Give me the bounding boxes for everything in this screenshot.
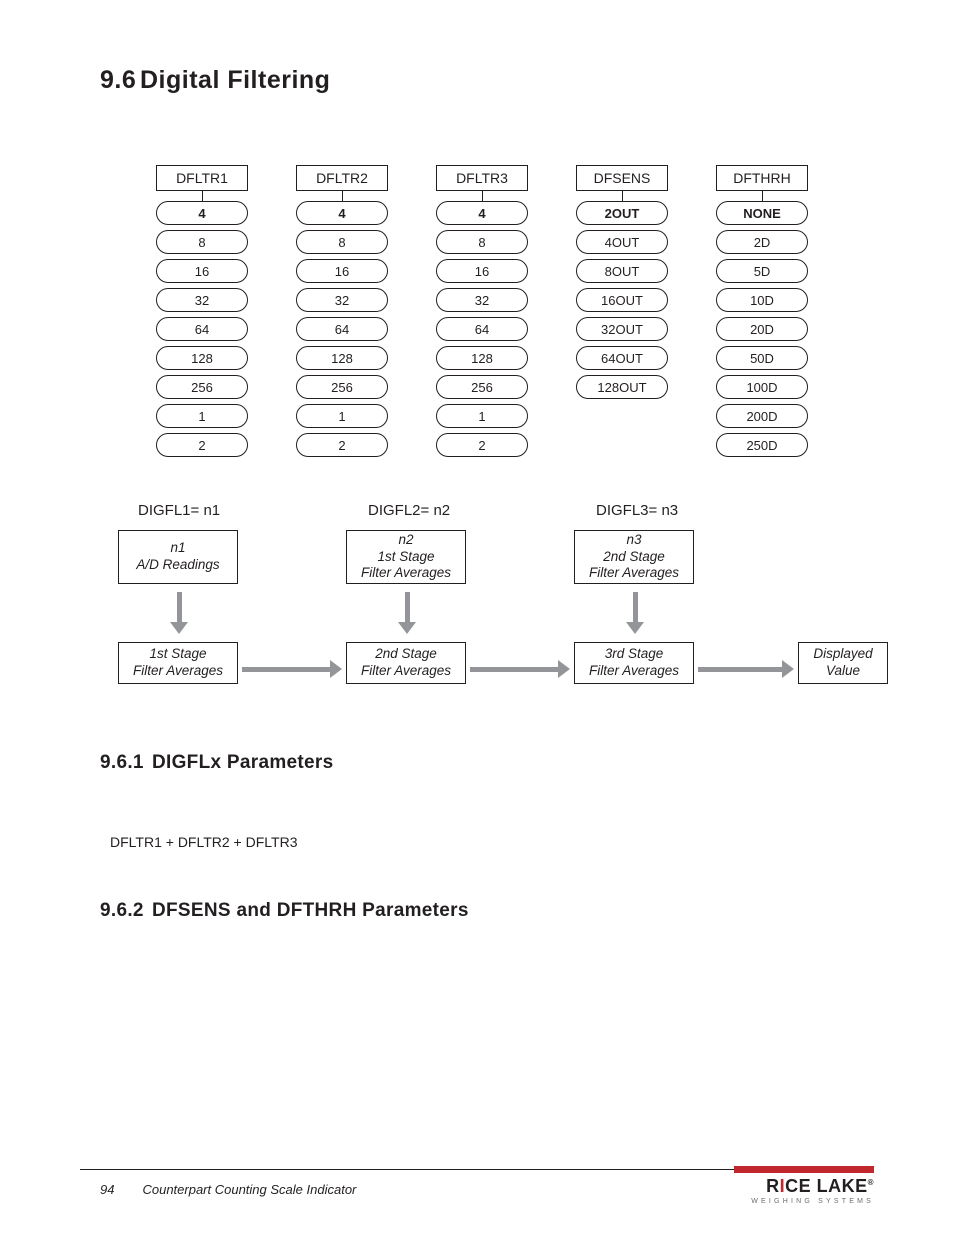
filter-option: 50D bbox=[716, 346, 808, 370]
filter-option: 1 bbox=[156, 404, 248, 428]
filter-option: 32 bbox=[296, 288, 388, 312]
filter-option: 16OUT bbox=[576, 288, 668, 312]
flow-box-display: DisplayedValue bbox=[798, 642, 888, 684]
flow-box-n1: n1A/D Readings bbox=[118, 530, 238, 584]
filter-option: 64 bbox=[156, 317, 248, 341]
subsection-number: 9.6.2 bbox=[100, 900, 152, 922]
filter-option: 2D bbox=[716, 230, 808, 254]
filter-option: 128 bbox=[156, 346, 248, 370]
subsection-title-text: DFSENS and DFTHRH Parameters bbox=[152, 900, 469, 921]
filter-column: DFLTR3 4 8 16 32 64 128 256 1 2 bbox=[436, 165, 528, 462]
flow-box-stage3: 3rd StageFilter Averages bbox=[574, 642, 694, 684]
filter-option: 256 bbox=[156, 375, 248, 399]
section-number: 9.6 bbox=[100, 66, 140, 95]
subsection-title-text: DIGFLx Parameters bbox=[152, 752, 333, 773]
flow-box-n3: n32nd StageFilter Averages bbox=[574, 530, 694, 584]
filter-option: 256 bbox=[436, 375, 528, 399]
connector-line bbox=[622, 191, 623, 201]
filter-option: 2 bbox=[296, 433, 388, 457]
arrow-down-icon bbox=[170, 592, 188, 634]
footer-text: 94 Counterpart Counting Scale Indicator bbox=[100, 1182, 356, 1197]
logo-tagline: WEIGHING SYSTEMS bbox=[734, 1198, 874, 1205]
connector-line bbox=[342, 191, 343, 201]
filter-option: 2 bbox=[156, 433, 248, 457]
filter-column-header: DFLTR3 bbox=[436, 165, 528, 191]
filter-option: 128 bbox=[436, 346, 528, 370]
filter-option: 128 bbox=[296, 346, 388, 370]
document-title: Counterpart Counting Scale Indicator bbox=[142, 1182, 356, 1197]
section-title-text: Digital Filtering bbox=[140, 66, 330, 94]
brand-logo: RICE LAKE® WEIGHING SYSTEMS bbox=[734, 1166, 874, 1205]
filter-option: 2 bbox=[436, 433, 528, 457]
filter-option: 16 bbox=[156, 259, 248, 283]
filter-column: DFSENS 2OUT 4OUT 8OUT 16OUT 32OUT 64OUT 128OUT bbox=[576, 165, 668, 462]
filter-option: 256 bbox=[296, 375, 388, 399]
filter-column: DFLTR1 4 8 16 32 64 128 256 1 2 bbox=[156, 165, 248, 462]
filter-option: 4 bbox=[296, 201, 388, 225]
filter-option: 10D bbox=[716, 288, 808, 312]
logo-bar bbox=[734, 1166, 874, 1173]
filter-option: 2OUT bbox=[576, 201, 668, 225]
filter-option: NONE bbox=[716, 201, 808, 225]
arrow-down-icon bbox=[398, 592, 416, 634]
flow-label-3: DIGFL3= n3 bbox=[596, 502, 678, 519]
section-heading: 9.6Digital Filtering bbox=[100, 66, 874, 95]
filter-option: 250D bbox=[716, 433, 808, 457]
filter-option: 4OUT bbox=[576, 230, 668, 254]
filter-option: 16 bbox=[296, 259, 388, 283]
filter-flow-diagram: DIGFL1= n1 DIGFL2= n2 DIGFL3= n3 n1A/D R… bbox=[118, 502, 874, 712]
subsection-heading-2: 9.6.2DFSENS and DFTHRH Parameters bbox=[100, 900, 874, 922]
filter-column: DFTHRH NONE 2D 5D 10D 20D 50D 100D 200D 250D bbox=[716, 165, 808, 462]
subsection-heading-1: 9.6.1DIGFLx Parameters bbox=[100, 752, 874, 774]
filter-option: 64 bbox=[436, 317, 528, 341]
page-number: 94 bbox=[100, 1182, 114, 1197]
arrow-down-icon bbox=[626, 592, 644, 634]
filter-option: 100D bbox=[716, 375, 808, 399]
filter-option: 1 bbox=[296, 404, 388, 428]
filter-option: 4 bbox=[156, 201, 248, 225]
filter-option: 200D bbox=[716, 404, 808, 428]
filter-option: 64 bbox=[296, 317, 388, 341]
filter-option-grid: DFLTR14816326412825612DFLTR2481632641282… bbox=[156, 165, 874, 462]
flow-box-n2: n21st StageFilter Averages bbox=[346, 530, 466, 584]
filter-option: 1 bbox=[436, 404, 528, 428]
filter-option: 8 bbox=[156, 230, 248, 254]
subsection-number: 9.6.1 bbox=[100, 752, 152, 774]
flow-box-stage1: 1st StageFilter Averages bbox=[118, 642, 238, 684]
filter-option: 128OUT bbox=[576, 375, 668, 399]
filter-column-header: DFLTR1 bbox=[156, 165, 248, 191]
filter-column-header: DFLTR2 bbox=[296, 165, 388, 191]
filter-option: 16 bbox=[436, 259, 528, 283]
filter-option: 8 bbox=[436, 230, 528, 254]
arrow-right-icon bbox=[242, 660, 342, 678]
filter-column: DFLTR2 4 8 16 32 64 128 256 1 2 bbox=[296, 165, 388, 462]
filter-option: 20D bbox=[716, 317, 808, 341]
formula-text: DFLTR1 + DFLTR2 + DFLTR3 bbox=[110, 834, 874, 850]
arrow-right-icon bbox=[698, 660, 794, 678]
flow-label-2: DIGFL2= n2 bbox=[368, 502, 450, 519]
filter-option: 8 bbox=[296, 230, 388, 254]
filter-option: 32 bbox=[436, 288, 528, 312]
logo-name: RICE LAKE® bbox=[734, 1176, 874, 1197]
flow-label-1: DIGFL1= n1 bbox=[138, 502, 220, 519]
filter-option: 32 bbox=[156, 288, 248, 312]
filter-option: 8OUT bbox=[576, 259, 668, 283]
connector-line bbox=[202, 191, 203, 201]
arrow-right-icon bbox=[470, 660, 570, 678]
filter-column-header: DFTHRH bbox=[716, 165, 808, 191]
filter-column-header: DFSENS bbox=[576, 165, 668, 191]
connector-line bbox=[762, 191, 763, 201]
flow-box-stage2: 2nd StageFilter Averages bbox=[346, 642, 466, 684]
filter-option: 4 bbox=[436, 201, 528, 225]
filter-option: 5D bbox=[716, 259, 808, 283]
filter-option: 32OUT bbox=[576, 317, 668, 341]
connector-line bbox=[482, 191, 483, 201]
filter-option: 64OUT bbox=[576, 346, 668, 370]
